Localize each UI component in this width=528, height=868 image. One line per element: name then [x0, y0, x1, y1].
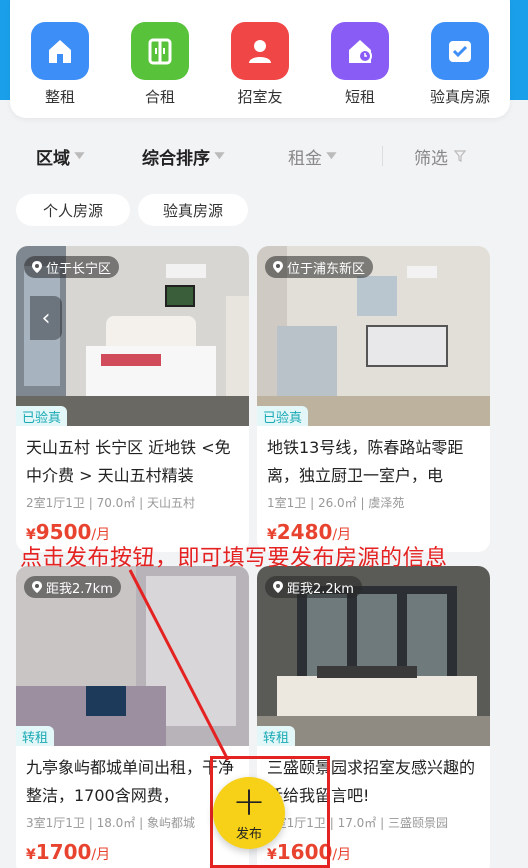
category-verified[interactable]: 验真房源 — [410, 22, 510, 107]
carousel-prev-button[interactable]: ‹ — [30, 296, 62, 340]
filter-label: 筛选 — [414, 148, 448, 169]
category-label: 验真房源 — [429, 88, 490, 106]
publish-button[interactable]: + 发布 — [213, 777, 285, 849]
price-currency: ¥ — [26, 847, 36, 863]
location-badge: 距我2.2km — [265, 576, 362, 598]
chevron-down-icon: ▼ — [74, 151, 85, 161]
sort-rent-dropdown[interactable]: 租金 ▼ — [288, 138, 337, 174]
listing-meta: 2室1厅1卫 | 70.0㎡ | 天山五村 — [26, 496, 195, 510]
listing-title: 地铁13号线，陈春路站零距离，独立厨卫一室户，电 — [267, 438, 464, 485]
door-icon — [131, 22, 189, 80]
location-badge: 位于浦东新区 — [265, 256, 374, 278]
category-short-rent[interactable]: 短租 — [310, 22, 410, 107]
house-icon — [31, 22, 89, 80]
sort-area-dropdown[interactable]: 区域 ▼ — [36, 138, 85, 174]
chevron-down-icon: ▼ — [214, 151, 225, 161]
filter-icon — [454, 150, 466, 162]
chevron-down-icon: ▼ — [326, 151, 337, 161]
sublet-tag: 转租 — [16, 726, 55, 746]
location-badge: 位于长宁区 — [24, 256, 120, 278]
verified-tag: 已验真 — [257, 406, 309, 426]
filter-button[interactable]: 筛选 — [414, 138, 466, 174]
location-text: 位于浦东新区 — [287, 261, 366, 277]
price-unit: /月 — [91, 847, 111, 863]
sublet-tag: 转租 — [257, 726, 296, 746]
house-clock-icon — [331, 22, 389, 80]
verified-tag: 已验真 — [16, 406, 68, 426]
category-shared-rent[interactable]: 合租 — [110, 22, 210, 107]
category-label: 短租 — [344, 88, 375, 106]
verify-icon — [431, 22, 489, 80]
category-label: 整租 — [44, 88, 75, 106]
annotation-text: 点击发布按钮，即可填写要发布房源的信息 — [20, 546, 448, 571]
category-whole-rent[interactable]: 整租 — [10, 22, 110, 107]
plus-icon: + — [232, 778, 266, 825]
location-pin-icon — [273, 581, 283, 593]
listing-card[interactable]: 位于长宁区 已验真 天山五村 长宁区 近地铁 <免中介费 > 天山五村精装 2室… — [16, 246, 249, 552]
listing-title: 天山五村 长宁区 近地铁 <免中介费 > 天山五村精装 — [26, 438, 231, 485]
chip-verified-listings[interactable]: 验真房源 — [138, 194, 248, 226]
publish-label: 发布 — [235, 826, 262, 842]
listing-photo: 距我2.7km 转租 — [16, 566, 249, 746]
category-label: 合租 — [144, 88, 175, 106]
person-icon — [231, 22, 289, 80]
location-text: 位于长宁区 — [46, 261, 112, 277]
sort-bar: 区域 ▼ 综合排序 ▼ 租金 ▼ 筛选 — [0, 138, 528, 174]
location-pin-icon — [273, 261, 283, 273]
listing-card[interactable]: 位于浦东新区 已验真 地铁13号线，陈春路站零距离，独立厨卫一室户，电 1室1卫… — [257, 246, 490, 552]
location-pin-icon — [32, 581, 42, 593]
listing-photo: 距我2.2km 转租 — [257, 566, 490, 746]
sort-overall-dropdown[interactable]: 综合排序 ▼ — [142, 138, 225, 174]
divider — [382, 146, 383, 166]
category-label: 招室友 — [237, 88, 283, 106]
price-unit: /月 — [332, 847, 352, 863]
location-badge: 距我2.7km — [24, 576, 121, 598]
chip-personal-listings[interactable]: 个人房源 — [16, 194, 130, 226]
location-pin-icon — [32, 261, 42, 273]
category-find-roommate[interactable]: 招室友 — [210, 22, 310, 107]
listing-meta: 1室1卫 | 26.0㎡ | 虞泽苑 — [267, 496, 405, 510]
sort-area-label: 区域 — [36, 148, 70, 169]
category-card: 整租 合租 招室友 短租 验真房源 — [10, 0, 510, 118]
listing-photo: 位于浦东新区 已验真 — [257, 246, 490, 426]
sort-overall-label: 综合排序 — [142, 148, 210, 169]
sort-rent-label: 租金 — [288, 148, 322, 169]
price-value: 1700 — [35, 840, 92, 864]
location-text: 距我2.2km — [287, 581, 354, 597]
location-text: 距我2.7km — [46, 581, 113, 597]
